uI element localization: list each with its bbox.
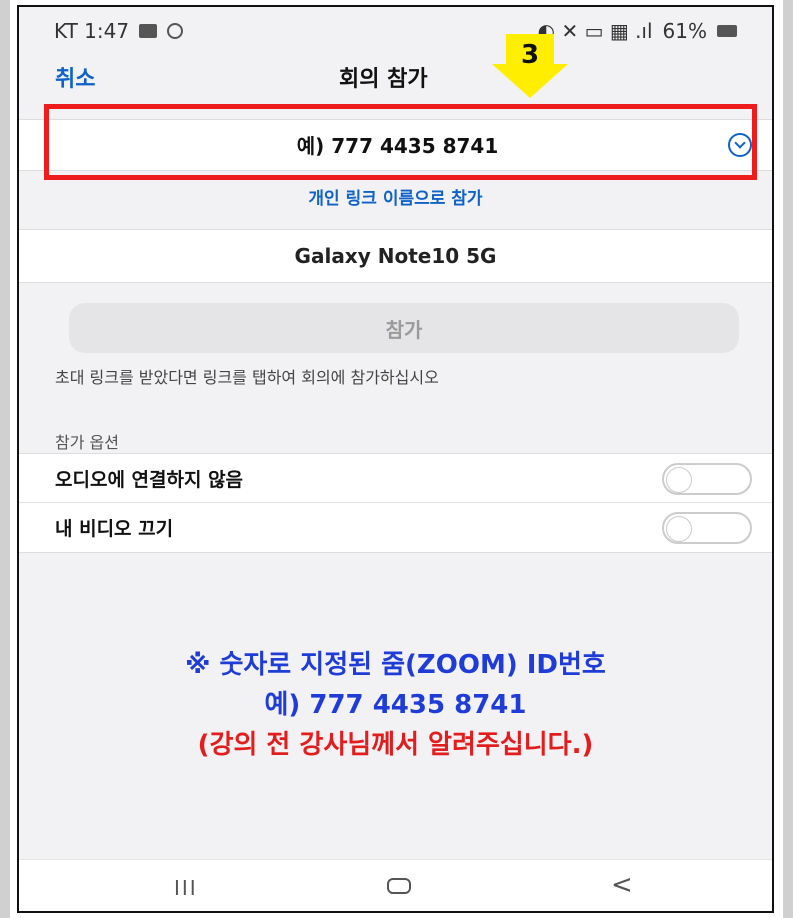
annotation-line-1: ※ 숫자로 지정된 줌(ZOOM) ID번호 — [185, 650, 606, 680]
battery-percent: 61% — [662, 19, 707, 43]
personal-link-button[interactable]: 개인 링크 이름으로 참가 — [19, 184, 772, 209]
home-icon[interactable] — [387, 878, 411, 894]
device-name-field[interactable]: Galaxy Note10 5G — [19, 229, 772, 283]
option-label: 내 비디오 끄기 — [55, 518, 174, 540]
highlight-box — [44, 104, 757, 180]
options-header: 참가 옵션 — [55, 433, 119, 452]
invite-hint-text: 초대 링크를 받았다면 링크를 탭하여 회의에 참가하십시오 — [55, 368, 439, 387]
account-icon — [167, 23, 184, 39]
no-audio-toggle[interactable] — [662, 463, 752, 495]
cancel-button[interactable]: 취소 — [55, 61, 95, 93]
device-name: Galaxy Note10 5G — [294, 244, 497, 268]
page-title: 회의 참가 — [339, 67, 428, 92]
annotation-text: ※ 숫자로 지정된 줌(ZOOM) ID번호 예) 777 4435 8741 … — [19, 645, 772, 765]
status-bar: KT 1:47 ◐ ✕ ▭ ▦ .ıl 61% — [19, 7, 772, 55]
back-icon[interactable]: < — [611, 870, 633, 900]
gallery-icon — [139, 24, 158, 38]
right-border — [783, 0, 793, 918]
option-label: 오디오에 연결하지 않음 — [55, 468, 244, 491]
option-no-audio: 오디오에 연결하지 않음 — [19, 453, 772, 503]
battery-icon — [717, 25, 737, 37]
option-video-off: 내 비디오 끄기 — [19, 503, 772, 553]
left-border — [0, 0, 10, 918]
android-nav-bar: III < — [19, 859, 772, 911]
video-off-toggle[interactable] — [662, 512, 752, 544]
header: 취소 회의 참가 — [19, 55, 772, 95]
step-arrow-annotation: 3 — [492, 34, 568, 98]
phone-screen: KT 1:47 ◐ ✕ ▭ ▦ .ıl 61% 취소 회의 참가 3 개인 링크… — [17, 5, 774, 913]
carrier-time: KT 1:47 — [54, 19, 130, 43]
step-number: 3 — [520, 40, 540, 70]
annotation-line-2: 예) 777 4435 8741 — [264, 690, 527, 720]
annotation-line-3: (강의 전 강사님께서 알려주십니다.) — [197, 730, 594, 760]
recents-icon[interactable]: III — [174, 876, 198, 900]
join-button[interactable]: 참가 — [69, 303, 739, 353]
